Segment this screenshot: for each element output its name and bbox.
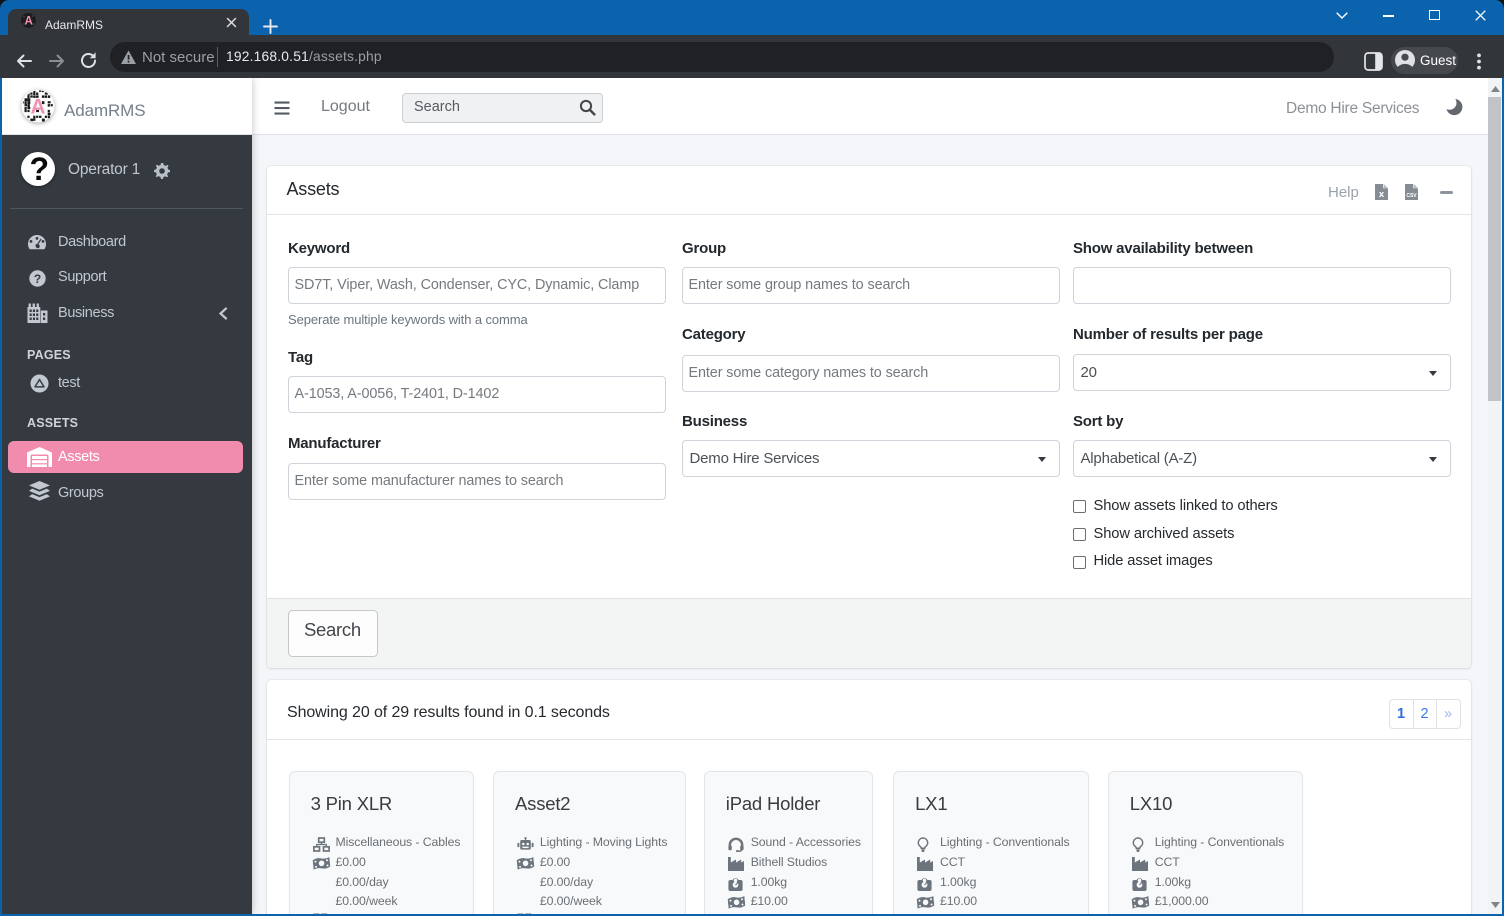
svg-text:?: ? <box>34 272 41 286</box>
svg-text:x: x <box>1379 189 1385 200</box>
svg-text:CSV: CSV <box>1406 193 1417 199</box>
svg-text:A: A <box>30 96 45 119</box>
svg-text:A: A <box>24 16 32 28</box>
